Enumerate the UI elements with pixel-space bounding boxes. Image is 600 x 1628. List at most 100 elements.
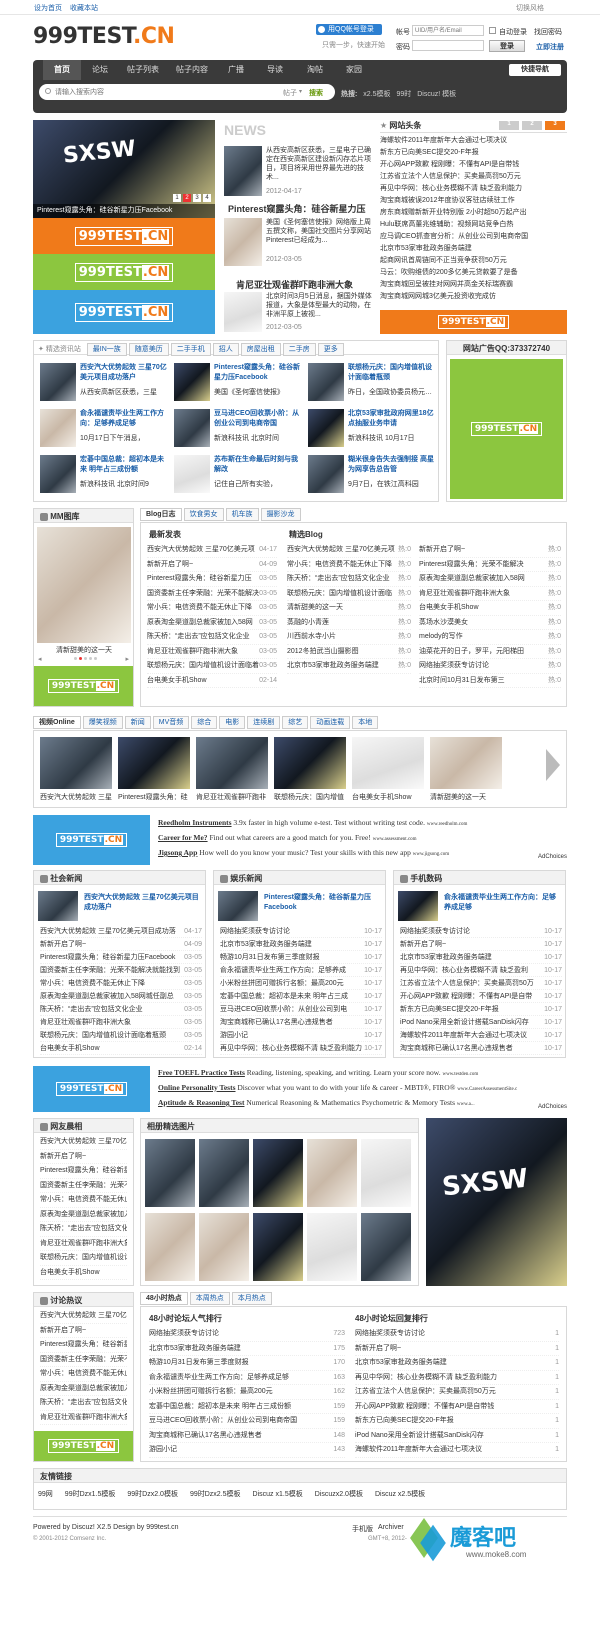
list-item[interactable]: 北京市53家审批政务服务端建 1: [355, 1356, 559, 1371]
list-item[interactable]: 畅游10月31日发布第三季度财报 170: [149, 1356, 345, 1371]
list-item[interactable]: 北京市53家审批政务服务端建 175: [149, 1342, 345, 1356]
video-title[interactable]: 肯尼亚壮观雀群吓跑非: [196, 792, 268, 802]
footer-mobile-link[interactable]: 手机版: [352, 1524, 373, 1534]
list-item[interactable]: 常小兵：电信资费不能无休止下: [40, 1193, 127, 1208]
list-item[interactable]: 网络抽奖须获专访讨论 10-17: [400, 925, 562, 938]
list-item-title[interactable]: 原表淘金渠道副总裁家被加入58网: [419, 575, 525, 582]
nav-taotie[interactable]: 淘帖: [295, 60, 335, 80]
friend-link[interactable]: 99时Dzx1.5模板: [65, 1491, 116, 1498]
list-item[interactable]: 陈天桥：“走出去”应包括文化企业 热:0: [287, 572, 411, 587]
set-home-link[interactable]: 设为首页: [34, 5, 62, 12]
news-grid-title[interactable]: 俞永福谴责毕业生两工作方向：足够养成足够: [80, 409, 170, 429]
tab-motor[interactable]: 机车族: [225, 508, 259, 521]
text-ad1-banner[interactable]: 999TEST.CN: [33, 815, 150, 865]
list-item[interactable]: 新新开启了啊~ 04-09: [147, 558, 277, 572]
ad-banner-green[interactable]: 999TEST.CN: [33, 254, 215, 290]
list-item[interactable]: melody的写作 热:0: [419, 630, 561, 645]
list-item[interactable]: 西安汽大优势起效 三星70亿美元项 04-17: [147, 543, 277, 558]
adchoices-label[interactable]: AdChoices: [538, 854, 567, 860]
list-item[interactable]: iPod Nano采用全新设计搭载SanDisk闪存 10-17: [400, 1016, 562, 1029]
mm-prev-icon[interactable]: ◂: [38, 655, 42, 663]
list-item[interactable]: 俞永福谴责毕业生两工作方向：足够养成足够 163: [149, 1371, 345, 1385]
list-item-title[interactable]: 海螺软件2011年度新年大会通过七项决议: [355, 1446, 482, 1453]
friend-link[interactable]: 99时Dzx2.5模板: [190, 1491, 241, 1498]
news-grid-thumb[interactable]: [308, 455, 344, 493]
video-tab[interactable]: 动画连载: [310, 716, 351, 729]
text-ad-url[interactable]: www.assessment.com: [373, 837, 417, 842]
headline-item[interactable]: 北京市53家审批政务服务端建: [380, 243, 567, 255]
video-thumb[interactable]: [430, 737, 502, 789]
hot-search-item[interactable]: Discuz! 模板: [417, 91, 456, 98]
list-item-title[interactable]: 网络抽奖须获专访讨论: [419, 662, 489, 669]
video-title[interactable]: Pinterest窥露头角：硅: [118, 792, 190, 802]
quick-nav-button[interactable]: 快捷导航: [509, 64, 561, 76]
list-item-title[interactable]: 陈天桥：“走出去”应包括文化企业: [147, 633, 250, 640]
list-item-title[interactable]: 新新开启了啊~: [419, 546, 465, 553]
list-item[interactable]: 国资委新主任李荣融：光荣不能: [40, 1353, 127, 1367]
nav-forum[interactable]: 论坛: [81, 60, 119, 80]
nav-broadcast[interactable]: 广播: [217, 60, 255, 80]
headline-item[interactable]: 马云：吹购维债的200多亿美元贷款要了是备: [380, 267, 567, 279]
list-item[interactable]: 油菜花开的日子，罗平，元阳梯田 热:0: [419, 645, 561, 659]
friend-link[interactable]: Discuzx2.0模板: [315, 1491, 363, 1498]
tab-food[interactable]: 饮食男女: [183, 508, 224, 521]
tag-item[interactable]: 最IN一族: [86, 343, 127, 356]
album-photo[interactable]: [253, 1139, 303, 1207]
list-item-title[interactable]: 游园小记: [220, 1032, 248, 1039]
favorite-link[interactable]: 收藏本站: [70, 5, 98, 12]
list-item[interactable]: 川西前水寺小片 热:0: [287, 630, 411, 645]
list-item[interactable]: 新新开启了啊~ 04-09: [40, 938, 202, 951]
news-grid-item[interactable]: 俞永福谴责毕业生两工作方向：足够养成足够 10月17日下午消息，: [40, 409, 170, 451]
list-item-title[interactable]: 台电美女手机Show: [40, 1045, 100, 1052]
list-item-title[interactable]: 淘宝商城称已确认17名黑心违规售者: [400, 1045, 513, 1052]
list-item-title[interactable]: 肯尼亚壮观雀群吓跑非洲大象: [147, 648, 238, 655]
list-item-title[interactable]: Pinterest窥露头角：硅谷新星力压Facebook: [40, 954, 175, 961]
list-item[interactable]: 江苏省立法个人信息保护：买卖最高罚50万元 1: [355, 1385, 559, 1400]
hot-search-item[interactable]: 99时: [396, 91, 411, 98]
news-grid-item[interactable]: Pinterest窥露头角：硅谷新星力压Facebook 美国《圣何塞信使报》: [174, 363, 304, 405]
list-item[interactable]: 肯尼亚壮观雀群吓跑非洲大象: [40, 1237, 127, 1251]
text-ad-url[interactable]: www.a...: [457, 1102, 475, 1107]
list-item[interactable]: 蒸融的小青莲 热:0: [287, 616, 411, 630]
forgot-password-link[interactable]: 找回密码: [534, 27, 562, 37]
text-ad-title[interactable]: Jigsong App: [158, 848, 197, 857]
headline-item[interactable]: 开心网APP致歉 程刚曝：不懂有API是自带钱: [380, 159, 567, 171]
list-item[interactable]: 新新开启了啊~ 10-17: [400, 938, 562, 951]
dot[interactable]: [89, 657, 92, 660]
ad-banner-orange[interactable]: 999TEST.CN: [33, 218, 215, 254]
list-item[interactable]: 联想杨元庆：国内增值机设计面临着 03-05: [147, 659, 277, 674]
mm-next-icon[interactable]: ▸: [125, 655, 129, 663]
tag-item[interactable]: 随意美历: [128, 343, 169, 356]
album-photo[interactable]: [361, 1213, 411, 1281]
news-grid-title[interactable]: 北京53家审批政府网里18亿点抽服业务申请: [348, 409, 438, 429]
list-item-title[interactable]: 新东方已向美SEC提交20-F年报: [400, 1006, 499, 1013]
list-item[interactable]: 北京市53家审批政务服务端建 10-17: [400, 951, 562, 964]
news-grid-thumb[interactable]: [174, 363, 210, 401]
list-item[interactable]: 新新开启了啊~ 热:0: [419, 543, 561, 558]
video-tab[interactable]: 爆笑视频: [82, 716, 123, 729]
list-item-title[interactable]: 国资委新主任李荣融：光荣不能解决就能找到: [40, 967, 180, 974]
news-column-thumb[interactable]: [38, 891, 78, 921]
news-grid-thumb[interactable]: [308, 363, 344, 401]
list-item[interactable]: 蒸场水沙漠美女 热:0: [419, 616, 561, 630]
video-item[interactable]: Pinterest窥露头角：硅: [118, 737, 190, 803]
list-item[interactable]: Pinterest窥露头角：硅谷新星力压 03-05: [147, 572, 277, 587]
list-item-title[interactable]: 江苏省立法个人信息保护：买卖最高罚50万元: [355, 1388, 496, 1395]
album-photo[interactable]: [145, 1139, 195, 1207]
login-button[interactable]: 登录: [489, 40, 525, 52]
headline-item[interactable]: 淘宝商城网网城3亿美元投资收完成仿: [380, 291, 567, 303]
album-photo[interactable]: [199, 1213, 249, 1281]
tab-week[interactable]: 本周热点: [189, 1292, 230, 1305]
news-thumb[interactable]: [224, 292, 262, 332]
dot[interactable]: [74, 657, 77, 660]
list-item-title[interactable]: 俞永福谴责毕业生两工作方向：足够养成足够: [149, 1374, 289, 1381]
list-item-title[interactable]: 油菜花开的日子，罗平，元阳梯田: [419, 648, 524, 655]
list-item-title[interactable]: 肯尼亚壮观雀群吓跑非洲大象: [40, 1019, 131, 1026]
list-item-title[interactable]: 游园小记: [149, 1446, 177, 1453]
video-thumb[interactable]: [40, 737, 112, 789]
mm-photo[interactable]: [37, 527, 131, 643]
list-item-title[interactable]: 再见中华网：核心业务模糊不清 缺乏盈利能力: [220, 1045, 362, 1052]
list-item-title[interactable]: 海螺软件2011年度新年大会通过七项决议: [400, 1032, 527, 1039]
list-item[interactable]: 肯尼亚壮观雀群吓跑非洲大象 03-05: [40, 1016, 202, 1029]
switch-style-link[interactable]: 切换风格: [516, 3, 544, 13]
